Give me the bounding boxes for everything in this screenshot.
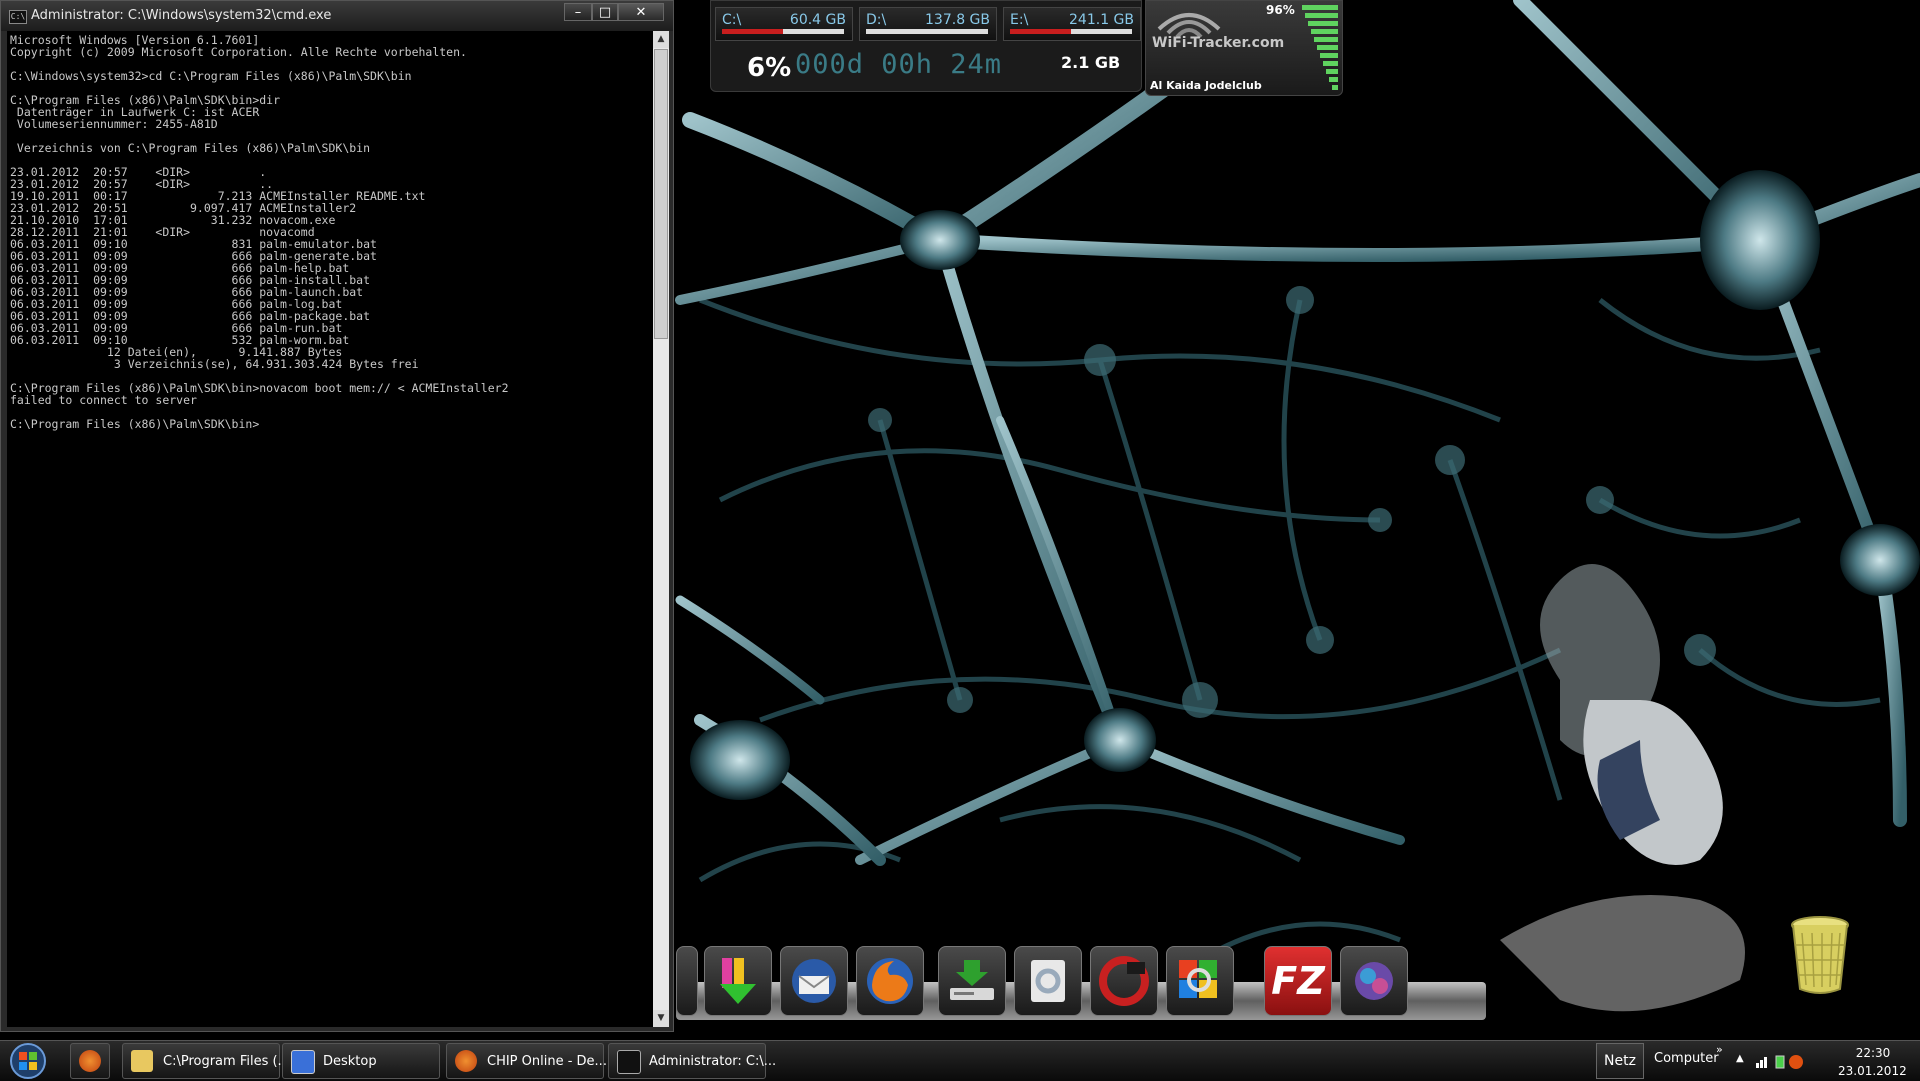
drive-meter-gadget[interactable]: C:\ 60.4 GB D:\ 137.8 GB E:\ 241.1 GB 6%…	[710, 0, 1142, 92]
cmd-app-icon[interactable]: C:\	[9, 10, 27, 24]
taskbar-item-label: C:\Program Files (...	[163, 1054, 290, 1069]
toolbar-chevron-icon[interactable]: »	[1716, 1043, 1723, 1056]
partial-dock-icon[interactable]	[676, 946, 698, 1016]
clock-date[interactable]: 23.01.2012	[1838, 1064, 1907, 1078]
taskbar-pinned-firefox[interactable]	[70, 1043, 110, 1079]
drive-size: 137.8 GB	[925, 12, 990, 28]
cmd-icon	[617, 1050, 641, 1074]
desktop[interactable]: C:\ Administrator: C:\Windows\system32\c…	[0, 0, 1920, 1040]
scrollbar-thumb[interactable]	[654, 49, 668, 339]
desktop-icon	[291, 1050, 315, 1074]
drive-usage-bar	[722, 29, 844, 34]
drive-size: 241.1 GB	[1069, 12, 1134, 28]
drive-d[interactable]: D:\ 137.8 GB	[859, 7, 997, 41]
wifi-network-name: Al Kaida Jodelclub	[1150, 79, 1262, 92]
drive-letter: C:\	[722, 12, 742, 28]
tray-icons	[1756, 1055, 1803, 1069]
firefox-icon[interactable]	[856, 946, 924, 1016]
scroll-up-arrow-icon[interactable]: ▲	[653, 31, 669, 48]
toolbar-computer[interactable]: Computer	[1654, 1051, 1719, 1066]
thunderbird-icon[interactable]	[780, 946, 848, 1016]
wifi-signal-icon	[1157, 13, 1221, 39]
taskbar-item-explorer[interactable]: C:\Program Files (...	[122, 1043, 290, 1079]
taskbar-item-label: Administrator: C:\...	[649, 1054, 777, 1069]
wifi-brand-label: WiFi-Tracker.com	[1152, 35, 1285, 51]
firefox-icon	[79, 1050, 101, 1072]
settings-icon[interactable]	[1014, 946, 1082, 1016]
filezilla-label: FZ	[1271, 959, 1325, 1003]
cmd-window[interactable]: C:\ Administrator: C:\Windows\system32\c…	[0, 0, 674, 1032]
wifi-tracker-gadget[interactable]: WiFi-Tracker.com 96% Al Kaida Jodelclub	[1145, 0, 1343, 96]
signal-bars-icon	[1302, 5, 1338, 90]
maximize-button[interactable]: □	[592, 3, 618, 21]
show-hidden-icons-icon[interactable]: ▲	[1736, 1053, 1744, 1064]
taskbar-item-desktop[interactable]: Desktop	[282, 1043, 440, 1079]
drive-usage-fill	[1010, 29, 1071, 34]
wifi-signal-strength: 96%	[1266, 3, 1295, 17]
volume-icon	[1789, 1055, 1803, 1069]
rocket-dock[interactable]: FZ	[676, 940, 1486, 1040]
clock-time[interactable]: 22:30	[1848, 1046, 1898, 1060]
minimize-button[interactable]: –	[564, 3, 592, 21]
drive-usage-bar	[866, 29, 988, 34]
toolbar-netz[interactable]: Netz	[1596, 1043, 1644, 1079]
drive-size: 60.4 GB	[789, 12, 846, 28]
cmd-titlebar[interactable]: C:\ Administrator: C:\Windows\system32\c…	[1, 1, 673, 31]
firefox-icon	[455, 1050, 477, 1072]
console-text: Microsoft Windows [Version 6.1.7601] Cop…	[10, 33, 509, 431]
drive-e[interactable]: E:\ 241.1 GB	[1003, 7, 1141, 41]
folder-icon	[131, 1050, 153, 1072]
drive-letter: E:\	[1010, 12, 1029, 28]
console-output-area[interactable]: Microsoft Windows [Version 6.1.7601] Cop…	[7, 31, 653, 1027]
battery-icon	[1775, 1055, 1785, 1069]
filezilla-icon[interactable]: FZ	[1264, 946, 1332, 1016]
start-orb-icon[interactable]	[4, 1042, 52, 1080]
scroll-down-arrow-icon[interactable]: ▼	[653, 1010, 669, 1027]
taskbar-item-label: Desktop	[323, 1054, 377, 1069]
drive-c[interactable]: C:\ 60.4 GB	[715, 7, 853, 41]
network-drive-icon[interactable]	[938, 946, 1006, 1016]
ccleaner-icon[interactable]	[1090, 946, 1158, 1016]
search-globe-icon[interactable]	[1166, 946, 1234, 1016]
taskbar[interactable]: C:\Program Files (... Desktop CHIP Onlin…	[0, 1040, 1920, 1081]
taskbar-item-firefox[interactable]: CHIP Online - De...	[446, 1043, 607, 1079]
apple-orb-icon[interactable]	[1340, 946, 1408, 1016]
cpu-usage: 6%	[747, 53, 792, 83]
uptime-display: 000d 00h 24m	[795, 49, 1003, 80]
drive-letter: D:\	[866, 12, 887, 28]
ram-usage: 2.1 GB	[1061, 53, 1121, 72]
recycle-bin-icon[interactable]	[1790, 915, 1850, 995]
close-button[interactable]: ✕	[618, 3, 664, 21]
drive-usage-fill	[722, 29, 783, 34]
taskbar-item-label: CHIP Online - De...	[487, 1054, 607, 1069]
download-arrow-icon[interactable]	[704, 946, 772, 1016]
taskbar-item-cmd[interactable]: Administrator: C:\...	[608, 1043, 776, 1079]
network-signal-icon	[1756, 1057, 1767, 1068]
vertical-scrollbar[interactable]: ▲ ▼	[653, 31, 669, 1027]
window-title: Administrator: C:\Windows\system32\cmd.e…	[31, 8, 332, 23]
drive-usage-bar	[1010, 29, 1132, 34]
